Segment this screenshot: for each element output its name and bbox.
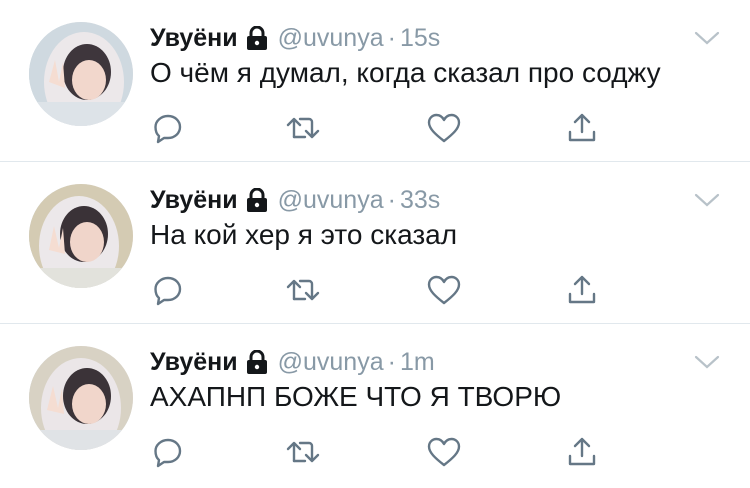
- avatar[interactable]: [29, 346, 133, 450]
- avatar[interactable]: [29, 184, 133, 288]
- tweet[interactable]: Увуёни @uvunya · 1m АХАПНП БОЖЕ ЧТО Я ТВ…: [0, 324, 750, 486]
- tweet-text: АХАПНП БОЖЕ ЧТО Я ТВОРЮ: [150, 381, 562, 412]
- like-button[interactable]: [426, 272, 462, 308]
- share-icon: [568, 275, 596, 304]
- username-handle[interactable]: @uvunya: [278, 348, 384, 377]
- avatar-image: [29, 346, 133, 450]
- like-button[interactable]: [426, 110, 462, 146]
- tweet-actions: [150, 272, 610, 308]
- display-name[interactable]: Увуёни: [150, 186, 238, 215]
- chevron-down-icon[interactable]: [694, 192, 720, 213]
- reply-icon: [154, 276, 182, 306]
- share-button[interactable]: [564, 110, 600, 146]
- share-button[interactable]: [564, 272, 600, 308]
- reply-button[interactable]: [150, 434, 186, 470]
- tweet-actions: [150, 434, 610, 470]
- tweet[interactable]: Увуёни @uvunya · 15s О чём я думал, когд…: [0, 0, 750, 162]
- share-icon: [568, 113, 596, 142]
- retweet-icon: [286, 441, 320, 463]
- retweet-icon: [286, 117, 320, 139]
- avatar[interactable]: [29, 22, 133, 126]
- tweet-header: Увуёни @uvunya · 1m: [150, 346, 730, 378]
- timestamp[interactable]: 33s: [400, 186, 440, 215]
- timestamp[interactable]: 15s: [400, 24, 440, 53]
- retweet-button[interactable]: [285, 272, 321, 308]
- timestamp[interactable]: 1m: [400, 348, 435, 377]
- tweet-header: Увуёни @uvunya · 15s: [150, 22, 730, 54]
- like-button[interactable]: [426, 434, 462, 470]
- reply-icon: [154, 438, 182, 468]
- chevron-down-icon[interactable]: [694, 354, 720, 375]
- retweet-icon: [286, 279, 320, 301]
- timeline: Увуёни @uvunya · 15s О чём я думал, когд…: [0, 0, 750, 486]
- display-name[interactable]: Увуёни: [150, 24, 238, 53]
- tweet[interactable]: Увуёни @uvunya · 33s На кой хер я это ск…: [0, 162, 750, 324]
- lock-icon: [246, 188, 268, 212]
- tweet-text: На кой хер я это сказал: [150, 219, 458, 250]
- reply-button[interactable]: [150, 272, 186, 308]
- reply-button[interactable]: [150, 110, 186, 146]
- share-button[interactable]: [564, 434, 600, 470]
- heart-icon: [427, 275, 461, 305]
- retweet-button[interactable]: [285, 434, 321, 470]
- avatar-image: [29, 184, 133, 288]
- chevron-down-icon[interactable]: [694, 30, 720, 51]
- separator-dot: ·: [387, 23, 396, 52]
- username-handle[interactable]: @uvunya: [278, 24, 384, 53]
- tweet-text: О чём я думал, когда сказал про соджу: [150, 57, 661, 88]
- avatar-image: [29, 22, 133, 126]
- heart-icon: [427, 437, 461, 467]
- heart-icon: [427, 113, 461, 143]
- tweet-actions: [150, 110, 610, 146]
- lock-icon: [246, 350, 268, 374]
- lock-icon: [246, 26, 268, 50]
- retweet-button[interactable]: [285, 110, 321, 146]
- display-name[interactable]: Увуёни: [150, 348, 238, 377]
- separator-dot: ·: [387, 185, 396, 214]
- tweet-header: Увуёни @uvunya · 33s: [150, 184, 730, 216]
- separator-dot: ·: [387, 347, 396, 376]
- share-icon: [568, 437, 596, 466]
- username-handle[interactable]: @uvunya: [278, 186, 384, 215]
- reply-icon: [154, 114, 182, 144]
